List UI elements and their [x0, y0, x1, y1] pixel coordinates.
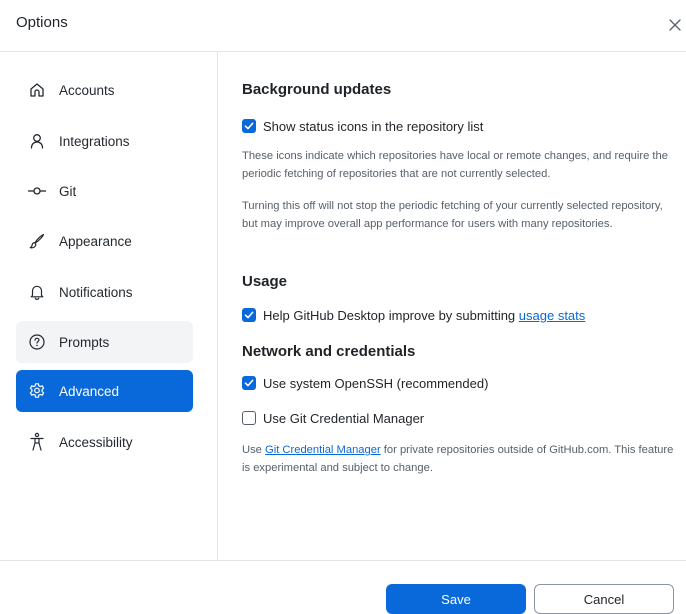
openssh-option[interactable]: Use system OpenSSH (recommended): [242, 374, 488, 392]
sidebar-item-notifications[interactable]: Notifications: [16, 271, 193, 313]
sidebar-item-label: Advanced: [59, 383, 120, 399]
dialog-title: Options: [16, 14, 68, 31]
credential-manager-option[interactable]: Use Git Credential Manager: [242, 409, 424, 427]
sidebar-item-prompts[interactable]: Prompts: [16, 321, 193, 363]
sidebar-item-label: Appearance: [59, 233, 132, 249]
git-commit-icon: [27, 181, 47, 201]
paintbrush-icon: [27, 231, 47, 251]
sidebar-item-label: Integrations: [59, 133, 130, 149]
show-status-icons-label: Show status icons in the repository list: [263, 118, 484, 134]
openssh-label: Use system OpenSSH (recommended): [263, 375, 489, 391]
usage-stats-label-text: Help GitHub Desktop improve by submittin…: [263, 307, 519, 323]
close-button[interactable]: [664, 12, 686, 38]
gcm-desc-prefix: Use: [242, 444, 266, 456]
sidebar-item-label: Prompts: [59, 334, 110, 350]
section-heading-usage: Usage: [242, 273, 288, 290]
section-heading-network: Network and credentials: [242, 343, 416, 360]
bell-icon: [27, 282, 47, 302]
accessibility-icon: [27, 432, 47, 452]
sidebar-item-label: Accessibility: [59, 434, 133, 450]
usage-stats-checkbox[interactable]: [242, 308, 256, 322]
sidebar-item-label: Accounts: [59, 82, 115, 98]
sidebar-item-appearance[interactable]: Appearance: [16, 220, 193, 262]
git-credential-manager-link[interactable]: Git Credential Manager: [265, 444, 381, 456]
home-icon: [27, 80, 47, 100]
sidebar-item-integrations[interactable]: Integrations: [16, 120, 193, 162]
sidebar-item-git[interactable]: Git: [16, 170, 193, 212]
checkmark-icon: [244, 379, 254, 387]
usage-stats-link[interactable]: usage stats: [519, 308, 586, 323]
section-heading-background-updates: Background updates: [242, 81, 392, 98]
question-icon: [27, 332, 47, 352]
close-icon: [669, 19, 681, 31]
sidebar-item-label: Git: [59, 183, 77, 199]
credential-manager-checkbox[interactable]: [242, 411, 256, 425]
person-icon: [27, 131, 47, 151]
sidebar-item-accounts[interactable]: Accounts: [16, 69, 193, 111]
show-status-icons-checkbox[interactable]: [242, 119, 256, 133]
checkmark-icon: [244, 311, 254, 319]
fetching-description: Turning this off will not stop the perio…: [242, 200, 663, 230]
credential-manager-label: Use Git Credential Manager: [263, 410, 425, 426]
gear-icon: [27, 381, 47, 401]
usage-stats-option[interactable]: Help GitHub Desktop improve by submittin…: [242, 306, 585, 324]
checkmark-icon: [244, 122, 254, 130]
sidebar-item-accessibility[interactable]: Accessibility: [16, 421, 193, 463]
dialog-header: Options: [0, 0, 686, 52]
credential-manager-description: Use Git Credential Manager for private r…: [242, 441, 678, 477]
openssh-checkbox[interactable]: [242, 376, 256, 390]
options-sidebar: Accounts Integrations Git Appearance Not…: [0, 52, 218, 560]
status-icons-description: These icons indicate which repositories …: [242, 150, 668, 180]
sidebar-item-label: Notifications: [59, 284, 133, 300]
show-status-icons-option[interactable]: Show status icons in the repository list: [242, 117, 483, 135]
usage-stats-label: Help GitHub Desktop improve by submittin…: [263, 308, 585, 323]
options-dialog: Options Accounts Integrations Git Appear…: [0, 0, 686, 614]
advanced-settings-panel: Background updates Show status icons in …: [218, 52, 686, 560]
sidebar-item-advanced[interactable]: Advanced: [16, 370, 193, 412]
